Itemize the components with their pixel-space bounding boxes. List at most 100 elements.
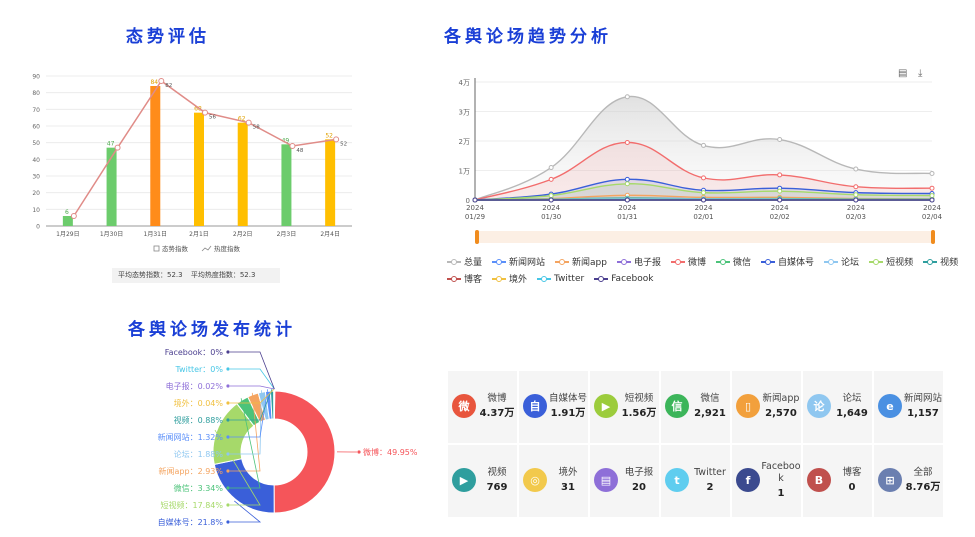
series-point[interactable] [548,193,554,199]
stat-card[interactable]: ▤ 电子报 20 [589,444,660,518]
stat-card[interactable]: ▶ 短视频 1.56万 [589,370,660,444]
series-point[interactable] [853,197,859,203]
heat-point[interactable] [289,143,296,149]
x-tick-year: 2024 [847,204,865,212]
legend-item[interactable]: 新闻网站 [492,255,545,268]
stat-label: 短视频 [624,393,654,404]
donut-slice[interactable] [273,390,276,420]
series-point[interactable] [624,181,630,187]
stat-text: 境外 31 [548,445,588,517]
assessment-legend: 态势指数 热度指数 [153,244,241,253]
stat-card[interactable]: e 新闻网站 1,157 [873,370,944,444]
heat-value-label: 58 [253,125,260,131]
average-index-box: 平均态势指数：52.3 平均热度指数：52.3 [112,268,280,283]
stat-text: 博客 0 [832,445,872,517]
legend-item[interactable]: 总量 [447,255,482,268]
series-point[interactable] [624,139,630,145]
label-dot [226,486,230,490]
download-icon[interactable]: ⤓ [918,68,922,79]
facebook-icon: f [736,468,760,492]
heat-point[interactable] [202,109,208,116]
legend-item[interactable]: 博客 [447,272,482,285]
series-point[interactable] [624,197,630,203]
stat-card[interactable]: ▶ 视频 769 [447,444,518,518]
series-point[interactable] [472,197,478,203]
legend-item[interactable]: Facebook [594,274,654,284]
series-point[interactable] [777,188,783,194]
bar-legend-icon [153,245,160,252]
series-point[interactable] [853,184,859,190]
stat-card[interactable]: ◎ 境外 31 [518,444,589,518]
series-point[interactable] [777,172,783,178]
stat-card[interactable]: f Facebook 1 [731,444,802,518]
legend-item[interactable]: 论坛 [824,255,859,268]
posture-bar[interactable] [325,139,336,226]
label-dot [226,418,230,422]
series-point[interactable] [853,166,859,172]
stat-card[interactable]: 论论坛 1,649 [802,370,873,444]
y-tick-label: 70 [32,107,40,114]
heat-point[interactable] [158,78,165,84]
legend-item[interactable]: 视频 [923,255,958,268]
series-point[interactable] [548,165,554,171]
y-tick-label: 30 [32,174,40,181]
label-leader-line [230,351,275,390]
heat-point[interactable] [70,213,77,219]
legend-item[interactable]: 微信 [716,255,751,268]
donut-slice[interactable] [273,390,336,514]
series-point[interactable] [929,185,935,191]
stat-label: Twitter [694,467,726,478]
heat-value-label: 82 [165,83,172,89]
stat-card[interactable]: ⊞ 全部 8.76万 [873,444,944,518]
series-point[interactable] [624,94,630,100]
legend-heat[interactable]: 热度指数 [214,244,241,253]
heat-value-label: 56 [209,115,216,121]
series-point[interactable] [777,197,783,203]
legend-posture[interactable]: 态势指数 [162,244,189,253]
stat-card[interactable]: 微微博 4.37万 [447,370,518,444]
series-point[interactable] [701,175,706,181]
legend-label: 自媒体号 [778,258,815,268]
series-point[interactable] [624,176,630,182]
legend-item[interactable]: Twitter [537,274,584,284]
posture-bar[interactable] [194,112,204,226]
posture-bar[interactable] [150,86,161,226]
all-icon: ⊞ [878,468,902,492]
heat-point[interactable] [245,119,252,126]
series-point[interactable] [548,197,554,203]
stat-card[interactable]: 自自媒体号 1.91万 [518,370,589,444]
legend-item[interactable]: 境外 [492,272,527,285]
series-point[interactable] [777,137,783,143]
heat-point[interactable] [114,144,121,151]
stat-card[interactable]: ▯ 新闻app 2,570 [731,370,802,444]
legend-item[interactable]: 自媒体号 [761,255,814,268]
posture-bar[interactable] [106,147,117,226]
series-point[interactable] [929,170,935,176]
legend-item[interactable]: 电子报 [616,255,661,268]
series-point[interactable] [853,192,859,198]
legend-item[interactable]: 新闻app [555,255,607,268]
stat-text: 微信 2,921 [690,371,730,443]
heat-point[interactable] [333,136,340,143]
data-view-icon[interactable]: ▤ [898,68,907,79]
legend-item[interactable]: 短视频 [869,255,913,268]
series-point[interactable] [701,190,706,196]
stat-card[interactable]: 信微信 2,921 [660,370,731,444]
data-zoom-slider[interactable] [475,230,935,244]
series-point[interactable] [701,142,706,148]
stat-card[interactable]: t Twitter 2 [660,444,731,518]
stat-card[interactable]: B 博客 0 [802,444,873,518]
bar-value-label: 6 [65,209,69,216]
legend-item[interactable]: 微博 [671,255,706,268]
wechat-icon: 信 [665,394,689,418]
posture-bar[interactable] [281,144,292,226]
zoom-handle-left[interactable] [475,230,479,244]
zoom-handle-right[interactable] [931,230,935,244]
stat-value: 1,649 [836,408,868,419]
series-point[interactable] [548,176,554,182]
posture-bar[interactable] [237,122,248,226]
series-point[interactable] [929,197,935,203]
series-point[interactable] [701,197,706,203]
series-point[interactable] [929,193,935,199]
legend-label: 总量 [464,258,483,268]
